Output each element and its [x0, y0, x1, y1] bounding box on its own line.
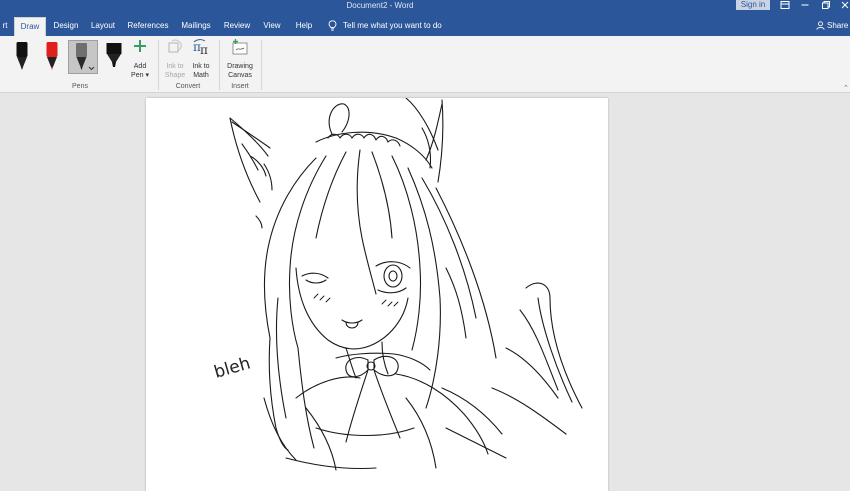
- share-button[interactable]: Share: [816, 17, 848, 35]
- ink-to-math-label-2: Math: [193, 72, 209, 79]
- black-pen-icon: [16, 42, 28, 70]
- ink-to-shape-button[interactable]: Ink to Shape: [163, 38, 187, 80]
- black-pen-button[interactable]: [10, 40, 34, 72]
- tab-mailings[interactable]: Mailings: [178, 17, 214, 36]
- drawing-canvas-button[interactable]: Drawing Canvas: [222, 38, 258, 80]
- pencil-icon: [76, 43, 95, 71]
- drawing-canvas-label-2: Canvas: [228, 72, 252, 79]
- document-workspace: bleh: [0, 93, 850, 491]
- ink-text-bleh: bleh: [212, 353, 253, 382]
- pi-icon: π π: [193, 39, 208, 56]
- share-label: Share: [827, 21, 849, 30]
- tab-insert[interactable]: rt: [0, 17, 10, 36]
- group-separator: [219, 40, 220, 90]
- ink-to-math-button[interactable]: π π Ink to Math: [189, 38, 213, 80]
- window-title: Document2 - Word: [346, 1, 414, 10]
- ink-to-shape-label-2: Shape: [164, 72, 186, 79]
- draw-ribbon: Add Pen ▾ Pens Ink to Shape π π Ink to M…: [0, 36, 850, 93]
- red-pen-button[interactable]: [40, 40, 64, 72]
- drawing-canvas-label: Drawing: [227, 63, 253, 70]
- tab-review[interactable]: Review: [222, 17, 252, 36]
- tab-layout[interactable]: Layout: [88, 17, 118, 36]
- ribbon-tabs: rt Draw Design Layout References Mailing…: [0, 14, 850, 36]
- tell-me-text: Tell me what you want to do: [343, 21, 442, 30]
- tab-design[interactable]: Design: [50, 17, 82, 36]
- close-icon[interactable]: [838, 0, 850, 12]
- tell-me-search[interactable]: Tell me what you want to do: [328, 17, 442, 35]
- group-separator: [261, 40, 262, 90]
- lightbulb-icon: [328, 20, 337, 32]
- sign-in-button[interactable]: Sign in: [736, 0, 770, 10]
- document-page[interactable]: bleh: [146, 98, 608, 491]
- add-pen-button[interactable]: Add Pen ▾: [128, 38, 152, 80]
- add-pen-label: Add: [133, 63, 147, 70]
- pencil-button[interactable]: [68, 40, 98, 74]
- ink-to-shape-label: Ink to: [166, 63, 184, 70]
- highlighter-icon: [106, 43, 122, 67]
- ink-to-math-label: Ink to: [192, 63, 210, 70]
- tab-references[interactable]: References: [126, 17, 170, 36]
- ribbon-display-options-icon[interactable]: [778, 0, 792, 12]
- group-label-pens: Pens: [72, 83, 88, 90]
- collapse-ribbon-icon[interactable]: ⌃: [843, 84, 849, 92]
- restore-icon[interactable]: [819, 0, 833, 12]
- ink-to-shape-icon: [168, 39, 182, 53]
- group-separator: [158, 40, 159, 90]
- plus-icon: [134, 40, 146, 52]
- red-pen-icon: [46, 42, 58, 70]
- group-label-insert: Insert: [231, 83, 249, 90]
- svg-text:π: π: [200, 43, 208, 56]
- word-window: Document2 - Word Sign in rt Draw Design …: [0, 0, 850, 491]
- title-bar: Document2 - Word Sign in: [0, 0, 850, 14]
- minimize-icon[interactable]: [798, 0, 812, 12]
- tab-draw[interactable]: Draw: [14, 17, 46, 36]
- ink-drawing: bleh: [212, 98, 583, 471]
- person-icon: [816, 21, 825, 31]
- tab-help[interactable]: Help: [292, 17, 316, 36]
- drawing-canvas-icon: [232, 39, 248, 55]
- group-label-convert: Convert: [175, 83, 201, 90]
- tab-view[interactable]: View: [259, 17, 285, 36]
- highlighter-button[interactable]: [102, 40, 126, 72]
- add-pen-label-2: Pen ▾: [131, 72, 149, 79]
